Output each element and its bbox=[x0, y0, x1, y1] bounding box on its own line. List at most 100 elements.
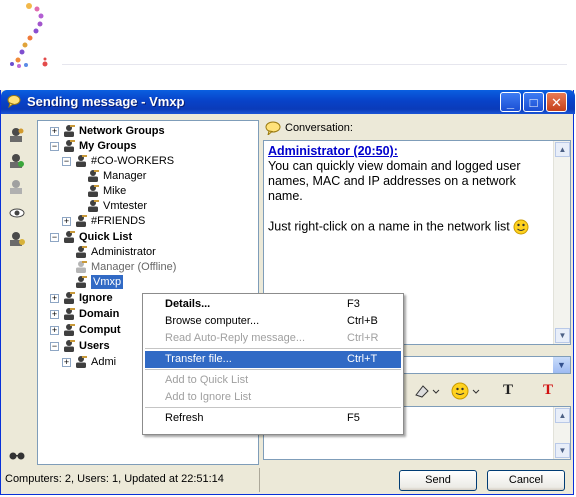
collapse-icon[interactable]: − bbox=[50, 342, 59, 351]
conversation-scrollbar[interactable]: ▲ ▼ bbox=[553, 141, 570, 344]
menu-item[interactable]: Add to Ignore List bbox=[145, 389, 401, 406]
user-group-icon bbox=[76, 246, 87, 258]
menu-item[interactable]: Refresh F5 bbox=[145, 410, 401, 427]
expand-icon[interactable]: + bbox=[50, 326, 59, 335]
tree-node-label: My Groups bbox=[79, 140, 137, 152]
expand-icon[interactable]: + bbox=[50, 294, 59, 303]
expand-icon[interactable]: + bbox=[62, 217, 71, 226]
tree-node-label: Vmtester bbox=[103, 200, 148, 212]
menu-item-label: Add to Quick List bbox=[165, 374, 249, 386]
menu-separator bbox=[145, 369, 401, 370]
menu-item-label: Refresh bbox=[165, 412, 204, 424]
minimize-icon: _ bbox=[506, 94, 515, 110]
menu-item[interactable]: Transfer file... Ctrl+T bbox=[145, 351, 401, 368]
user-group-icon bbox=[64, 140, 75, 152]
chevron-down-icon[interactable]: ▼ bbox=[553, 357, 570, 373]
user-group-icon bbox=[76, 215, 87, 227]
tree-node-label: Vmxp bbox=[91, 275, 124, 289]
maximize-button[interactable]: □ bbox=[523, 92, 544, 112]
menu-item-shortcut: F5 bbox=[347, 412, 360, 424]
scroll-down-icon[interactable]: ▼ bbox=[555, 443, 570, 458]
user-group-icon bbox=[64, 231, 75, 243]
glasses-icon[interactable] bbox=[8, 446, 26, 464]
scroll-up-icon[interactable]: ▲ bbox=[555, 142, 570, 157]
tree-node-label: Comput bbox=[79, 324, 121, 336]
menu-item-label: Browse computer... bbox=[165, 315, 260, 327]
left-toolbar bbox=[3, 116, 33, 466]
menu-item-label: Transfer file... bbox=[165, 353, 232, 365]
title-bar[interactable]: Sending message - Vmxp _ □ ✕ bbox=[1, 90, 575, 114]
attach-file-icon[interactable] bbox=[413, 382, 441, 400]
app-logo bbox=[10, 3, 48, 68]
collapse-icon[interactable]: − bbox=[62, 157, 71, 166]
speech-bubble-icon bbox=[265, 121, 281, 135]
menu-item[interactable]: Read Auto-Reply message... Ctrl+R bbox=[145, 330, 401, 347]
smiley-icon bbox=[513, 219, 529, 235]
message-line-1: You can quickly view domain and logged u… bbox=[268, 159, 521, 203]
tree-node-label: Quick List bbox=[79, 231, 133, 243]
conversation-label: Conversation: bbox=[285, 122, 353, 134]
scroll-down-icon[interactable]: ▼ bbox=[555, 328, 570, 343]
tree-node-label: Network Groups bbox=[79, 125, 165, 137]
input-scrollbar[interactable]: ▲ ▼ bbox=[553, 407, 570, 459]
tree-node-label: Users bbox=[79, 340, 110, 352]
message-sender[interactable]: Administrator (20:50): bbox=[268, 144, 398, 158]
conversation-text: Administrator (20:50): You can quickly v… bbox=[268, 144, 553, 235]
font-color-icon[interactable]: T bbox=[543, 382, 553, 400]
message-line-2: Just right-click on a name in the networ… bbox=[268, 219, 510, 234]
tree-node-label: #CO-WORKERS bbox=[91, 155, 175, 167]
user-group-icon bbox=[88, 200, 99, 212]
user-group-icon bbox=[88, 185, 99, 197]
tree-node-label: Manager (Offline) bbox=[91, 261, 177, 273]
view-icon[interactable] bbox=[8, 204, 26, 222]
send-button[interactable]: Send bbox=[399, 470, 477, 491]
user-group-icon bbox=[76, 356, 87, 368]
conversation-header: Conversation: bbox=[263, 120, 571, 138]
user-group-icon bbox=[64, 324, 75, 336]
expand-icon[interactable]: + bbox=[50, 310, 59, 319]
menu-item[interactable]: Details... F3 bbox=[145, 296, 401, 313]
emoticon-icon[interactable] bbox=[451, 382, 483, 400]
tree-node-label: Administrator bbox=[91, 246, 156, 258]
tree-node-label: Admi bbox=[91, 356, 117, 368]
expand-icon[interactable]: + bbox=[62, 358, 71, 367]
user-group-icon bbox=[76, 276, 87, 288]
close-button[interactable]: ✕ bbox=[546, 92, 567, 112]
cancel-button[interactable]: Cancel bbox=[487, 470, 565, 491]
status-text: Computers: 2, Users: 1, Updated at 22:51… bbox=[5, 473, 224, 485]
user-group-icon bbox=[64, 125, 75, 137]
menu-item-label: Details... bbox=[165, 298, 211, 310]
menu-item[interactable]: Add to Quick List bbox=[145, 372, 401, 389]
menu-item-label: Add to Ignore List bbox=[165, 391, 252, 403]
user-group-icon bbox=[76, 155, 87, 167]
user-group-icon bbox=[76, 261, 87, 273]
menu-item-shortcut: Ctrl+B bbox=[347, 315, 378, 327]
menu-separator bbox=[145, 348, 401, 349]
menu-item[interactable]: Browse computer... Ctrl+B bbox=[145, 313, 401, 330]
window-title: Sending message - Vmxp bbox=[27, 94, 185, 109]
user-group-icon bbox=[64, 292, 75, 304]
expand-icon[interactable]: + bbox=[50, 127, 59, 136]
message-icon bbox=[7, 95, 21, 108]
tree-node-label: Manager bbox=[103, 170, 147, 182]
user-group-icon bbox=[64, 340, 75, 352]
network-users-icon[interactable] bbox=[8, 126, 26, 144]
remove-user-icon[interactable] bbox=[8, 178, 26, 196]
collapse-icon[interactable]: − bbox=[50, 142, 59, 151]
tree-node-label: Ignore bbox=[79, 292, 113, 304]
tree-node-label: #FRIENDS bbox=[91, 215, 146, 227]
close-icon: ✕ bbox=[551, 94, 562, 110]
menu-item-shortcut: Ctrl+R bbox=[347, 332, 379, 344]
settings-user-icon[interactable] bbox=[8, 230, 26, 248]
menu-item-shortcut: Ctrl+T bbox=[347, 353, 378, 365]
maximize-icon: □ bbox=[529, 94, 538, 110]
header-divider bbox=[62, 64, 567, 65]
menu-item-shortcut: F3 bbox=[347, 298, 360, 310]
minimize-button[interactable]: _ bbox=[500, 92, 521, 112]
add-user-icon[interactable] bbox=[8, 152, 26, 170]
scroll-up-icon[interactable]: ▲ bbox=[555, 408, 570, 423]
menu-item-label: Read Auto-Reply message... bbox=[165, 332, 306, 344]
collapse-icon[interactable]: − bbox=[50, 233, 59, 242]
font-icon[interactable]: T bbox=[503, 382, 513, 400]
tree-node-label: Mike bbox=[103, 185, 127, 197]
